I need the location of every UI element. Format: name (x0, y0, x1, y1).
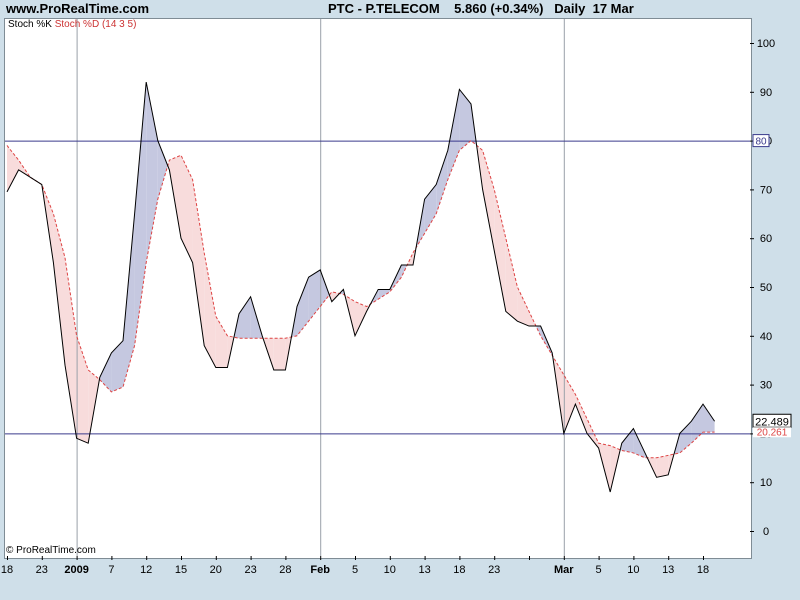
band-fill (99, 352, 112, 392)
band-fill (563, 374, 576, 434)
x-tick-label: 12 (140, 564, 152, 576)
x-tick-label: 10 (384, 564, 396, 576)
band-fill (436, 150, 448, 214)
band-fill (111, 340, 123, 392)
chart-legend: Stoch %K Stoch %D (14 3 5) (8, 19, 136, 30)
x-tick-label: 13 (662, 564, 674, 576)
x-tick-label: 5 (352, 564, 358, 576)
legend-params: (14 3 5) (101, 19, 137, 30)
last-d-value: 20.261 (757, 427, 788, 438)
x-tick-label: 13 (418, 564, 430, 576)
band-fill (273, 338, 286, 370)
x-tick-label: 23 (244, 564, 256, 576)
stoch-d-line (6, 139, 715, 459)
band-fill (239, 296, 251, 339)
legend-k-label: Stoch %K (8, 19, 52, 30)
y-tick-label: 40 (760, 331, 772, 343)
band-fill (215, 316, 228, 368)
band-fill (123, 213, 135, 388)
x-tick-label: 18 (453, 564, 465, 576)
band-fill (656, 455, 669, 478)
x-tick-label: 7 (108, 564, 114, 576)
band-fill (494, 189, 506, 312)
legend-d-label: Stoch %D (54, 19, 100, 30)
band-fill (204, 252, 216, 368)
x-tick-label: 10 (627, 564, 639, 576)
x-tick-label: 23 (488, 564, 500, 576)
y-tick-label: 50 (760, 282, 772, 294)
footer-copyright: © ProRealTime.com (6, 545, 96, 556)
band-fill (401, 265, 408, 278)
x-tick-label: 15 (175, 564, 187, 576)
band-fill (192, 179, 205, 346)
x-tick-label: 5 (596, 564, 602, 576)
band-fill (691, 404, 703, 444)
level-label: 80 (755, 137, 767, 148)
stochastic-chart: 01020304050607080901008022.48920.2611823… (1, 19, 792, 576)
y-tick-label: 100 (757, 38, 775, 50)
y-tick-label: 10 (760, 477, 772, 489)
y-tick-label: 70 (760, 184, 772, 196)
y-tick-label: 90 (760, 87, 772, 99)
x-tick-label: 18 (1, 564, 13, 576)
band-fill (7, 145, 19, 192)
y-tick-label: 0 (763, 526, 769, 538)
x-tick-label: Feb (310, 564, 330, 576)
x-tick-label: Mar (554, 564, 574, 576)
x-tick-label: 20 (210, 564, 222, 576)
x-tick-label: 23 (36, 564, 48, 576)
x-tick-label: 2009 (64, 564, 88, 576)
band-fill (297, 277, 309, 336)
x-tick-label: 18 (697, 564, 709, 576)
band-fill (355, 301, 367, 336)
y-tick-label: 60 (760, 233, 772, 245)
band-fill (65, 257, 77, 439)
band-fill (517, 287, 529, 327)
stoch-k-line (6, 81, 716, 493)
band-fill (575, 394, 587, 434)
band-fill (181, 155, 193, 263)
x-tick-label: 28 (279, 564, 291, 576)
y-tick-label: 30 (760, 380, 772, 392)
